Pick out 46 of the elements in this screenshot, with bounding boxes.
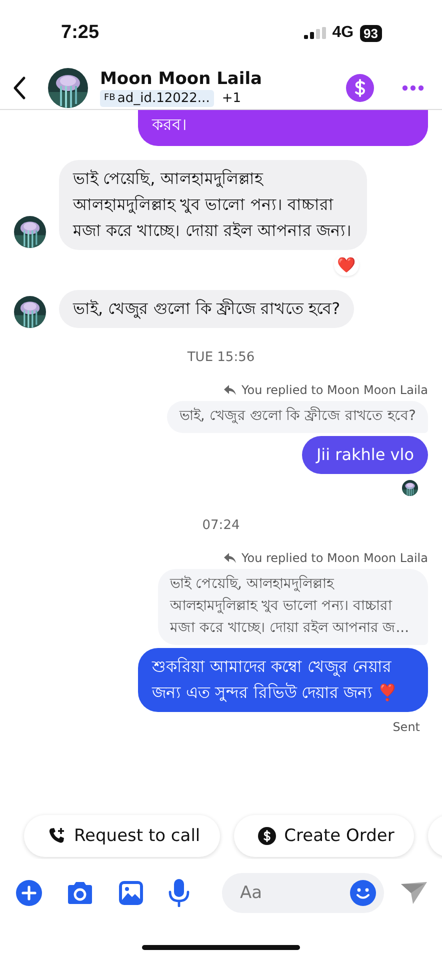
- reaction-emoji[interactable]: ❤: [334, 254, 359, 276]
- smile-icon[interactable]: [350, 880, 376, 906]
- tag-text: ad_id.12022...: [117, 90, 210, 106]
- timestamp: TUE 15:56: [186, 350, 256, 365]
- paper-plane-icon: [400, 881, 428, 905]
- reply-icon: [224, 553, 236, 563]
- quoted-message[interactable]: ভাই পেয়েছি, আলহামদুলিল্লাহ আলহামদুলিল্লাহ খুব ভালো পন্য। বাচ্চারা মজা করে খাচ্ছে। দোয়া রইল আপনার জ...: [158, 569, 428, 645]
- microphone-icon: [168, 879, 190, 907]
- more-button[interactable]: [402, 84, 424, 90]
- quick-reply-chip[interactable]: Request to call: [24, 815, 220, 857]
- tag-prefix: FB: [104, 93, 116, 103]
- contact-name: Moon Moon Laila: [100, 68, 264, 88]
- gallery-button[interactable]: [118, 880, 144, 906]
- camera-icon: [66, 881, 94, 905]
- message-input[interactable]: Aa: [238, 882, 350, 904]
- reply-label: You replied to Moon Moon Laila: [242, 551, 428, 565]
- delivery-status: Sent: [392, 720, 420, 734]
- quick-reply-chip[interactable]: Create Order: [234, 815, 414, 857]
- reply-icon: [224, 385, 236, 395]
- more-icon: [402, 84, 424, 90]
- phone-plus-icon: [48, 827, 66, 845]
- add-button[interactable]: [16, 880, 42, 906]
- received-message[interactable]: ভাই, খেজুর গুলো কি ফ্রীজে রাখতে হবে?: [59, 290, 354, 328]
- send-button[interactable]: [400, 881, 428, 905]
- quoted-message[interactable]: ভাই, খেজুর গুলো কি ফ্রীজে রাখতে হবে?: [167, 401, 428, 433]
- sent-message[interactable]: শুকরিয়া আমাদের কম্বো খেজুর নেয়ার জন্য এত সুন্দর রিভিউ দেয়ার জন্য ❣: [138, 648, 428, 712]
- dollar-icon: [258, 827, 276, 845]
- status-time: 7:25: [61, 22, 100, 44]
- network-label: 4G: [332, 24, 354, 42]
- camera-button[interactable]: [66, 881, 94, 905]
- sent-message[interactable]: করব।: [138, 110, 428, 146]
- extra-tag-count[interactable]: +1: [222, 90, 241, 106]
- plus-icon: [16, 880, 42, 906]
- ad-tag[interactable]: FB ad_id.12022...: [100, 90, 214, 106]
- battery-level: 93: [360, 24, 382, 42]
- voice-button[interactable]: [168, 879, 190, 907]
- dollar-icon: [346, 74, 374, 102]
- back-icon: [12, 76, 26, 100]
- sent-message[interactable]: Jii rakhle vlo: [302, 436, 428, 474]
- message-field[interactable]: Aa: [222, 873, 384, 913]
- image-icon: [118, 880, 144, 906]
- payment-button[interactable]: [346, 74, 374, 102]
- timestamp: 07:24: [201, 518, 241, 533]
- received-message[interactable]: ভাই পেয়েছি, আলহামদুলিল্লাহ আলহামদুলিল্লাহ খুব ভালো পন্য। বাচ্চারা মজা করে খাচ্ছে। দোয়া রইল আপনার জন্য।: [59, 160, 367, 250]
- signal-icon: [304, 27, 326, 39]
- reply-label: You replied to Moon Moon Laila: [242, 383, 428, 397]
